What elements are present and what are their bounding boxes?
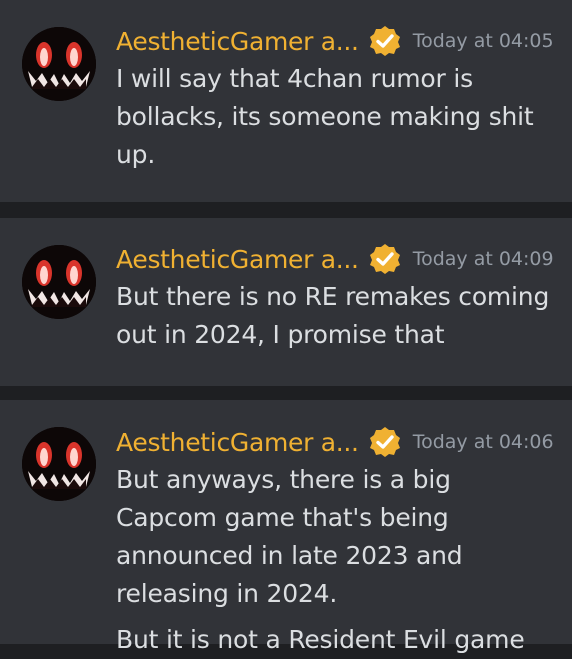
verified-check-icon	[369, 243, 401, 275]
message-line: But it is not a Resident Evil game	[116, 625, 525, 654]
message-text: But anyways, there is a big Capcom game …	[116, 461, 554, 659]
message-text: But there is no RE remakes coming out in…	[116, 278, 554, 354]
avatar[interactable]	[22, 427, 96, 501]
demon-face-icon	[22, 427, 96, 501]
message-text: I will say that 4chan rumor is bollacks,…	[116, 60, 554, 174]
demon-face-icon	[22, 245, 96, 319]
demon-face-icon	[22, 27, 96, 101]
timestamp: Today at 04:09	[412, 248, 554, 270]
message-card: AestheticGamer a... Today at 04:09 But t…	[0, 218, 572, 386]
timestamp: Today at 04:05	[412, 30, 554, 52]
message-header: AestheticGamer a... Today at 04:05	[116, 24, 562, 58]
message-line: But there is no RE remakes coming out in…	[116, 282, 550, 349]
avatar[interactable]	[22, 27, 96, 101]
timestamp: Today at 04:06	[412, 431, 554, 453]
verified-check-icon	[369, 25, 401, 57]
username[interactable]: AestheticGamer a...	[116, 27, 359, 56]
avatar[interactable]	[22, 245, 96, 319]
message-card: AestheticGamer a... Today at 04:06 But a…	[0, 400, 572, 654]
verified-check-icon	[369, 426, 401, 458]
username[interactable]: AestheticGamer a...	[116, 245, 359, 274]
message-card: AestheticGamer a... Today at 04:05 I wil…	[0, 0, 572, 202]
message-header: AestheticGamer a... Today at 04:06	[116, 425, 562, 459]
message-line: But anyways, there is a big Capcom game …	[116, 465, 463, 608]
message-header: AestheticGamer a... Today at 04:09	[116, 242, 562, 276]
message-line: I will say that 4chan rumor is bollacks,…	[116, 64, 534, 169]
username[interactable]: AestheticGamer a...	[116, 428, 359, 457]
